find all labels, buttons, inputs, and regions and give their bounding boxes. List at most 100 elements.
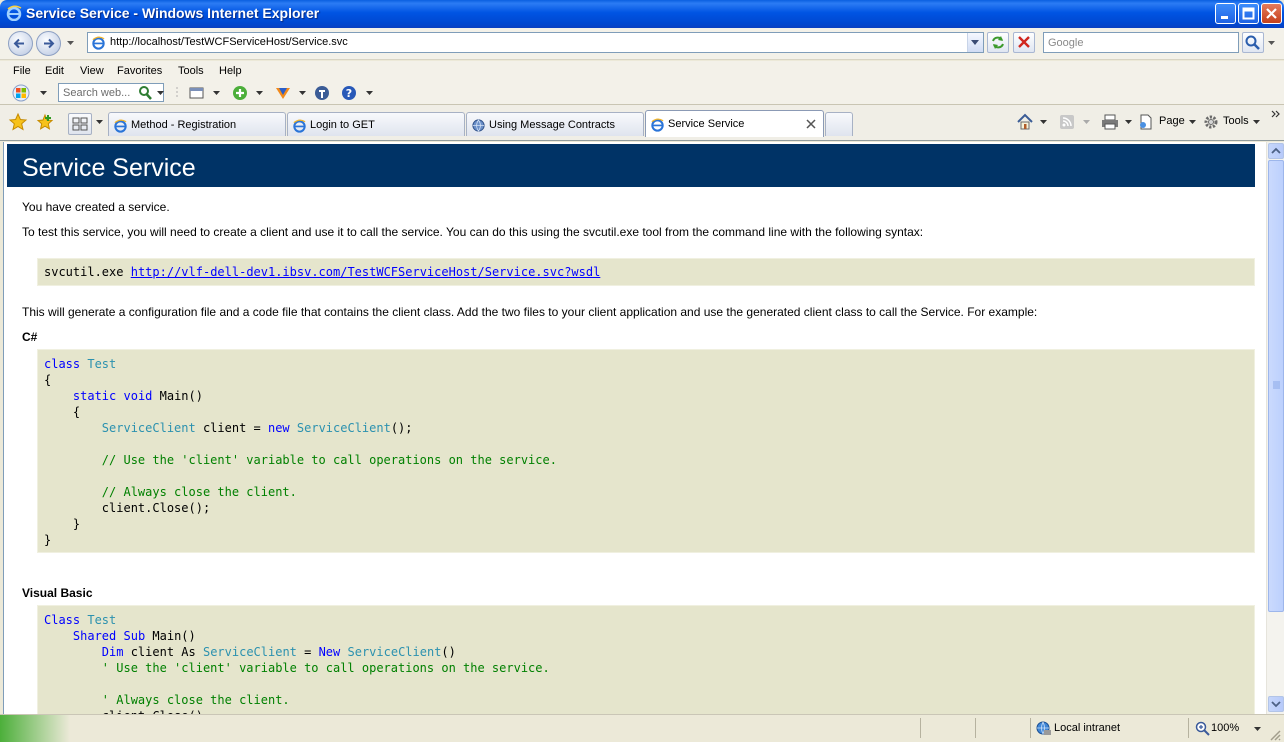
home-icon[interactable]	[1015, 113, 1035, 131]
add-icon[interactable]	[231, 84, 249, 102]
maximize-icon	[1242, 7, 1255, 20]
vb-code-block: Class Test Shared Sub Main() Dim client …	[37, 605, 1255, 714]
search-icon[interactable]	[136, 84, 154, 102]
chevron-down-icon[interactable]	[299, 90, 306, 96]
address-toolbar: http://localhost/TestWCFServiceHost/Serv…	[0, 28, 1284, 60]
globe-page-icon	[472, 119, 485, 132]
intranet-zone-icon	[1036, 721, 1051, 735]
chevron-down-icon[interactable]	[1040, 119, 1047, 125]
gear-icon[interactable]	[1202, 113, 1220, 131]
refresh-icon	[992, 36, 1004, 49]
resize-grip-icon[interactable]	[1268, 728, 1281, 741]
page-icon[interactable]	[1137, 113, 1155, 131]
forward-arrow-icon	[44, 38, 55, 49]
recent-pages-chevron-icon[interactable]	[66, 40, 75, 46]
tab-method-registration[interactable]: Method - Registration	[108, 112, 286, 136]
quick-tabs-icon	[72, 117, 88, 131]
chevron-down-icon[interactable]	[1253, 119, 1260, 125]
search-field[interactable]: Google	[1043, 32, 1239, 53]
chevron-down-icon[interactable]	[39, 90, 48, 96]
status-divider	[975, 718, 976, 738]
zoom-icon[interactable]	[1195, 721, 1210, 736]
back-button[interactable]	[8, 31, 33, 56]
status-bar: Local intranet 100%	[0, 714, 1284, 742]
tab-label: Login to GET	[310, 119, 375, 131]
chevron-down-icon[interactable]	[1189, 119, 1196, 125]
forward-button[interactable]	[36, 31, 61, 56]
minimize-icon	[1221, 16, 1228, 19]
search-options-chevron-icon[interactable]	[1267, 40, 1276, 46]
tab-using-message-contracts[interactable]: Using Message Contracts	[466, 112, 644, 136]
csharp-code: class Test { static void Main() { Servic…	[44, 357, 557, 547]
scroll-thumb[interactable]	[1268, 160, 1284, 612]
scroll-down-button[interactable]	[1268, 696, 1284, 712]
security-zone-label: Local intranet	[1054, 722, 1121, 734]
page-menu[interactable]: Page	[1159, 115, 1185, 127]
page-title: Service Service	[22, 154, 196, 182]
svg-text:?: ?	[346, 87, 352, 100]
window-title: Service Service - Windows Internet Explo…	[26, 5, 320, 21]
tab-close-icon[interactable]	[806, 119, 816, 129]
new-tab-button[interactable]	[825, 112, 853, 136]
quick-tabs-button[interactable]	[68, 113, 92, 135]
windows-logo-icon[interactable]	[12, 84, 30, 102]
chevron-down-icon[interactable]	[1125, 119, 1132, 125]
ie-page-icon	[114, 119, 127, 133]
tab-list-chevron-icon[interactable]	[95, 118, 104, 126]
vb-label: Visual Basic	[22, 586, 93, 600]
tools-menu[interactable]: Tools	[1223, 115, 1249, 127]
vertical-scrollbar[interactable]	[1266, 142, 1284, 714]
status-divider	[1188, 718, 1189, 738]
add-favorite-icon[interactable]	[35, 112, 55, 132]
link-icon[interactable]	[313, 84, 331, 102]
window-icon[interactable]	[188, 84, 206, 102]
search-icon	[1245, 35, 1260, 50]
web-search-placeholder: Search web...	[63, 87, 131, 99]
search-toolbar: Search web... ?	[0, 81, 1284, 105]
menu-edit[interactable]: Edit	[45, 65, 64, 77]
status-divider	[920, 718, 921, 738]
close-icon	[1266, 8, 1277, 19]
menu-tools[interactable]: Tools	[178, 65, 204, 77]
close-button[interactable]	[1261, 3, 1282, 24]
grip-icon	[176, 87, 178, 99]
intro-text: You have created a service.	[22, 200, 170, 214]
stop-button[interactable]	[1013, 32, 1035, 53]
minimize-button[interactable]	[1215, 3, 1236, 24]
print-icon[interactable]	[1100, 113, 1120, 131]
tab-login-to-get[interactable]: Login to GET	[287, 112, 465, 136]
favorites-star-icon[interactable]	[8, 112, 28, 132]
refresh-button[interactable]	[987, 32, 1009, 53]
chevron-down-icon[interactable]	[1254, 726, 1261, 732]
chevron-down-icon[interactable]	[157, 90, 164, 96]
tab-service-service[interactable]: Service Service	[645, 110, 824, 137]
progress-indicator	[0, 715, 70, 742]
messenger-icon[interactable]	[274, 84, 292, 102]
address-field[interactable]: http://localhost/TestWCFServiceHost/Serv…	[87, 32, 984, 53]
chevron-down-icon[interactable]	[366, 90, 373, 96]
chevron-down-icon	[1271, 701, 1281, 708]
svcutil-exe: svcutil.exe	[44, 265, 124, 279]
address-dropdown[interactable]	[967, 33, 983, 52]
vb-code: Class Test Shared Sub Main() Dim client …	[44, 613, 550, 714]
menu-view[interactable]: View	[80, 65, 104, 77]
menu-file[interactable]: File	[13, 65, 31, 77]
zoom-level[interactable]: 100%	[1211, 722, 1239, 734]
menu-help[interactable]: Help	[219, 65, 242, 77]
chevron-double-right-icon[interactable]	[1271, 109, 1281, 121]
chevron-down-icon[interactable]	[256, 90, 263, 96]
wsdl-link[interactable]: http://vlf-dell-dev1.ibsv.com/TestWCFSer…	[131, 265, 601, 279]
help-icon[interactable]: ?	[340, 84, 358, 102]
ie-page-icon	[293, 119, 306, 133]
instructions-text: To test this service, you will need to c…	[22, 225, 924, 239]
menu-favorites[interactable]: Favorites	[117, 65, 162, 77]
scroll-up-button[interactable]	[1268, 143, 1284, 159]
page-header: Service Service	[7, 144, 1255, 187]
feeds-icon[interactable]	[1058, 113, 1076, 131]
tab-bar: Method - Registration Login to GET Using…	[0, 105, 1284, 141]
ie-page-icon	[92, 36, 105, 50]
chevron-down-icon	[971, 40, 979, 45]
search-button[interactable]	[1242, 32, 1264, 53]
maximize-button[interactable]	[1238, 3, 1259, 24]
chevron-down-icon[interactable]	[213, 90, 220, 96]
